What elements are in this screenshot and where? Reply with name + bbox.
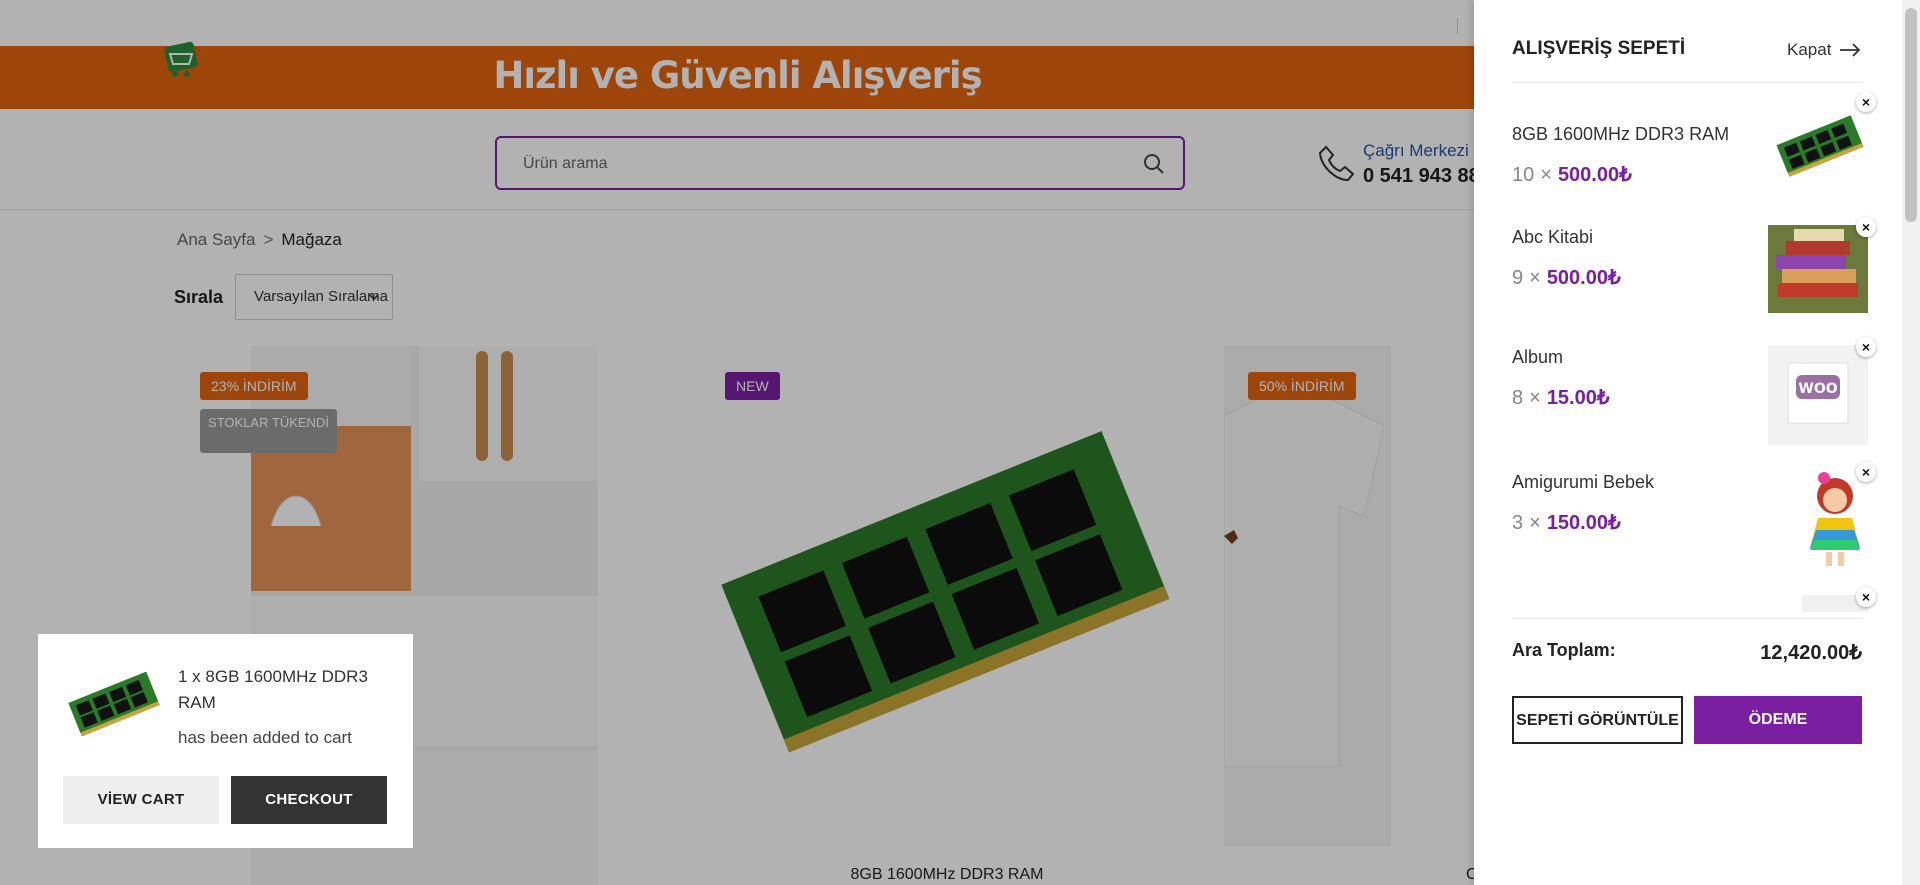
cart-item: 8GB 1600MHz DDR3 RAM 10 × 500.00₺ ×	[1512, 92, 1876, 220]
ram-thumbnail	[68, 672, 160, 736]
cart-item-qty: 8	[1512, 387, 1524, 409]
svg-text:WOO: WOO	[1798, 381, 1837, 397]
woo-album-thumbnail[interactable]: WOO	[1768, 345, 1868, 445]
cart-item: ×	[1512, 587, 1876, 612]
subtotal-value: 12,420.00₺	[1760, 642, 1862, 664]
remove-item-button[interactable]: ×	[1856, 92, 1876, 112]
cart-item-qty: 3	[1512, 512, 1524, 534]
cart-item-name[interactable]: 8GB 1600MHz DDR3 RAM	[1512, 124, 1729, 145]
toast-product-message: 1 x 8GB 1600MHz DDR3 RAM	[178, 667, 368, 712]
cart-item-quantity-price: 8 × 15.00₺	[1512, 385, 1610, 410]
scrollbar[interactable]	[1902, 0, 1920, 885]
times-sign: ×	[1540, 164, 1552, 186]
cart-item-price: 150.00₺	[1546, 512, 1621, 534]
cart-item-quantity-price: 3 × 150.00₺	[1512, 510, 1621, 535]
arrow-right-icon	[1840, 43, 1861, 57]
remove-item-button[interactable]: ×	[1856, 217, 1876, 237]
times-sign: ×	[1529, 267, 1541, 289]
divider	[1512, 82, 1862, 83]
view-cart-button[interactable]: VİEW CART	[63, 776, 219, 824]
close-cart-button[interactable]: Kapat	[1787, 40, 1861, 60]
cart-items-list: 8GB 1600MHz DDR3 RAM 10 × 500.00₺ × Abc Ki…	[1474, 92, 1902, 612]
view-cart-button[interactable]: SEPETİ GÖRÜNTÜLE	[1512, 696, 1683, 744]
ram-thumbnail[interactable]	[1772, 100, 1868, 196]
cart-item-price: 500.00₺	[1546, 267, 1621, 289]
cart-item: Album 8 × 15.00₺ WOO ×	[1512, 337, 1876, 465]
remove-item-button[interactable]: ×	[1856, 462, 1876, 482]
cart-item: Abc Kitabi 9 × 500.00₺ ×	[1512, 217, 1876, 345]
shop-page: Hızlı ve Güvenli Alışveriş tradylinn Çağ…	[0, 0, 1475, 885]
times-sign: ×	[1529, 387, 1541, 409]
cart-item-quantity-price: 10 × 500.00₺	[1512, 162, 1632, 187]
cart-item-name[interactable]: Album	[1512, 347, 1563, 368]
cart-item-price: 500.00₺	[1557, 164, 1632, 186]
subtotal-label: Ara Toplam:	[1512, 640, 1616, 660]
remove-item-button[interactable]: ×	[1856, 587, 1876, 607]
cart-item-price: 15.00₺	[1546, 387, 1610, 409]
doll-thumbnail[interactable]	[1802, 470, 1868, 570]
books-thumbnail[interactable]	[1768, 225, 1868, 313]
cart-item: Amigurumi Bebek 3 × 150.00₺ ×	[1512, 462, 1876, 590]
checkout-button[interactable]: ÖDEME	[1694, 696, 1862, 744]
cart-item-qty: 10	[1512, 164, 1535, 186]
cart-item-name[interactable]: Amigurumi Bebek	[1512, 472, 1654, 493]
cart-subtotal: Ara Toplam: 12,420.00₺	[1512, 640, 1862, 664]
close-label: Kapat	[1787, 40, 1832, 59]
checkout-button[interactable]: CHECKOUT	[231, 776, 387, 824]
cart-item-qty: 9	[1512, 267, 1524, 289]
divider	[1512, 618, 1862, 619]
remove-item-button[interactable]: ×	[1856, 337, 1876, 357]
cart-item-quantity-price: 9 × 500.00₺	[1512, 265, 1621, 290]
scrollbar-thumb[interactable]	[1905, 8, 1917, 222]
cart-title: ALIŞVERİŞ SEPETİ	[1512, 38, 1686, 59]
cart-drawer: ALIŞVERİŞ SEPETİ Kapat 8GB 1600MHz DDR3 …	[1474, 0, 1902, 885]
times-sign: ×	[1529, 512, 1541, 534]
toast-added-text: has been added to cart	[178, 728, 352, 747]
added-to-cart-popup: 1 x 8GB 1600MHz DDR3 RAM has been added …	[38, 634, 413, 848]
cart-item-name[interactable]: Abc Kitabi	[1512, 227, 1593, 248]
